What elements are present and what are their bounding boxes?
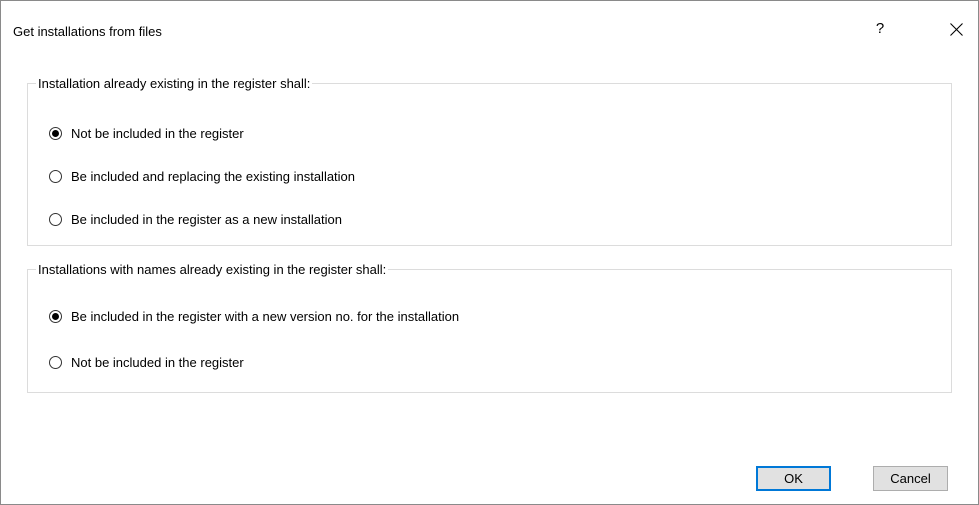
- radio-label: Be included in the register with a new v…: [71, 308, 460, 324]
- existing-names-legend: Installations with names already existin…: [38, 262, 387, 277]
- title-bar[interactable]: Get installations from files ?: [1, 1, 978, 41]
- radio-button[interactable]: [49, 169, 62, 183]
- radio-option-names-not-included[interactable]: Not be included in the register: [49, 353, 244, 371]
- existing-names-group: Installations with names already existin…: [27, 262, 952, 393]
- radio-option-not-included[interactable]: Not be included in the register: [49, 124, 244, 142]
- close-icon: [950, 23, 963, 36]
- help-button[interactable]: ?: [865, 15, 895, 43]
- radio-label: Be included and replacing the existing i…: [71, 168, 356, 184]
- cancel-button[interactable]: Cancel: [873, 466, 948, 491]
- radio-button[interactable]: [49, 126, 62, 140]
- radio-option-new-installation[interactable]: Be included in the register as a new ins…: [49, 210, 342, 228]
- existing-installation-group: Installation already existing in the reg…: [27, 76, 952, 246]
- radio-option-replace-existing[interactable]: Be included and replacing the existing i…: [49, 167, 355, 185]
- close-button[interactable]: [937, 15, 977, 43]
- dialog-window: Get installations from files ? Installat…: [0, 0, 979, 505]
- radio-label: Not be included in the register: [71, 125, 244, 141]
- radio-button[interactable]: [49, 309, 62, 323]
- radio-option-new-version[interactable]: Be included in the register with a new v…: [49, 307, 459, 325]
- radio-button[interactable]: [49, 355, 62, 369]
- ok-button[interactable]: OK: [756, 466, 831, 491]
- help-icon: ?: [875, 20, 885, 37]
- dialog-title: Get installations from files: [13, 24, 162, 39]
- existing-installation-legend: Installation already existing in the reg…: [38, 76, 311, 91]
- radio-label: Not be included in the register: [71, 354, 244, 370]
- radio-button[interactable]: [49, 212, 62, 226]
- radio-label: Be included in the register as a new ins…: [71, 211, 342, 227]
